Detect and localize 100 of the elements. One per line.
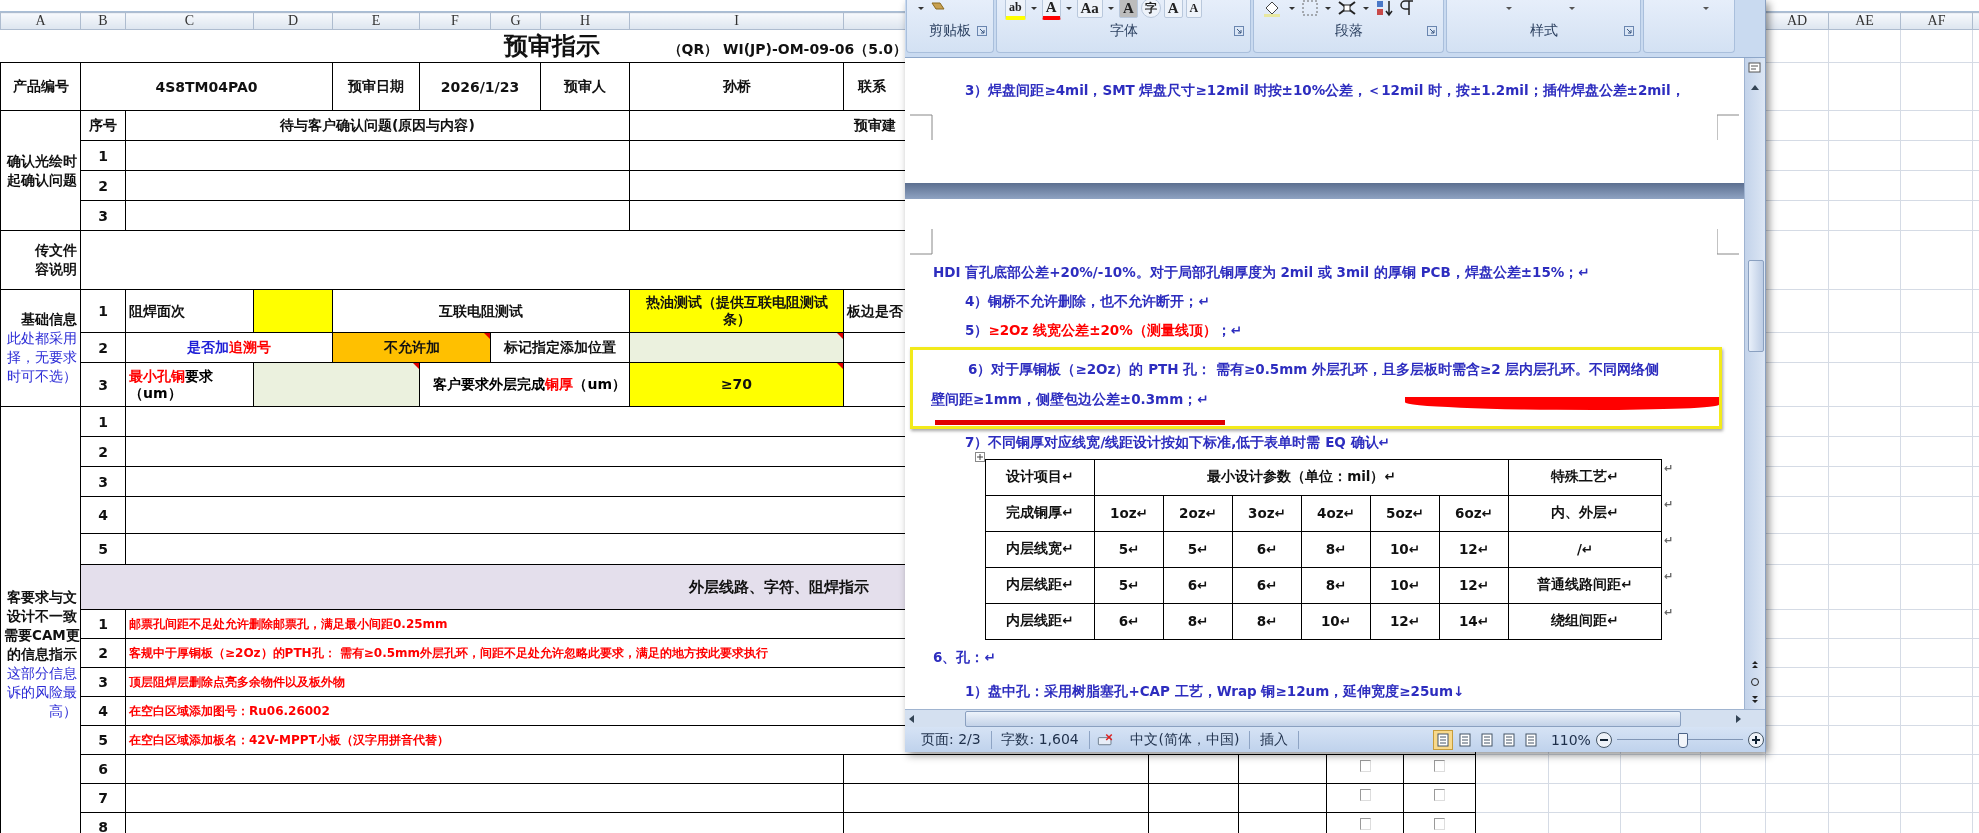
checkbox[interactable] [1434, 789, 1445, 801]
paragraph-mark: ↵ [1664, 462, 1674, 476]
shading-button[interactable]: A [1118, 0, 1138, 18]
table-cell: 普通线路间距↵ [1537, 576, 1633, 593]
dialog-launcher-icon[interactable] [1234, 26, 1244, 36]
text-line: 6）对于厚铜板（≥2Oz）的 PTH 孔： 需有≥0.5mm 外层孔环，且多层板时需含≥2 层内层孔环。不同网络侧 [968, 359, 1660, 379]
cell-text: 择，无要求 [7, 348, 77, 367]
cell-text: 容说明 [35, 260, 77, 279]
cell-text: 预审人 [564, 77, 606, 94]
cell-text: 1 [98, 413, 108, 430]
ribbon-group-label: 样式 [1529, 22, 1558, 40]
sort-icon[interactable] [1374, 0, 1394, 17]
cell-text: 高） [49, 701, 77, 721]
table-cell: 5oz↵ [1386, 505, 1424, 522]
page-count: 页面: 2/3 [920, 730, 982, 749]
table-cell: 12↵ [1458, 541, 1490, 558]
cell-text: 诉的风险最 [7, 682, 77, 702]
table-cell: /↵ [1576, 541, 1594, 558]
table-cell: 5↵ [1118, 577, 1140, 594]
paragraph: 1）盘中孔：采用树脂塞孔+CAP 工艺，Wrap 铜≥12um，延伸宽度≥25um↓ [965, 681, 1465, 701]
highlight-button[interactable]: ab [1005, 0, 1026, 20]
checkbox[interactable] [1359, 818, 1371, 830]
word-count: 字数: 1,604 [1000, 730, 1080, 749]
cell-text: 孙桥 [722, 77, 751, 94]
cell-text: 需要CAM更 [4, 625, 80, 645]
column-header: H [579, 13, 591, 28]
checkbox[interactable] [1434, 760, 1445, 772]
zoom-level[interactable]: 110% [1540, 731, 1595, 748]
move-handle-icon[interactable] [975, 451, 985, 462]
case-button[interactable]: Aa [1076, 0, 1103, 18]
shrink-button[interactable]: A [1185, 0, 1203, 18]
scroll-thumb[interactable] [1748, 259, 1764, 352]
ribbon-group-label: 段落 [1334, 22, 1363, 40]
table-cell: 绕组间距↵ [1551, 612, 1619, 629]
dialog-launcher-icon[interactable] [1427, 26, 1437, 36]
cell-text: 待与客户确认问题(原因与内容) [280, 116, 475, 133]
cell-text: 预审建 [854, 116, 896, 133]
cell-text: 最小孔铜要求 （um） [129, 367, 213, 401]
text-line: 壁间距≥1mm，侧壁包边公差±0.3mm；↵ [931, 389, 1209, 409]
checkbox[interactable] [1359, 760, 1371, 772]
cell-text: 确认光绘时 [7, 151, 77, 171]
ruler-toggle-icon[interactable] [1747, 59, 1763, 76]
column-header: AE [1855, 13, 1874, 28]
cell-text: 4 [98, 703, 108, 719]
table-cell: 6↵ [1187, 577, 1209, 594]
cell-text: 2 [98, 177, 108, 194]
cell-text: 3 [98, 207, 108, 224]
cell-text: 邮票孔间距不足处允许删除邮票孔，满足最小间距0.25mm [129, 617, 448, 631]
language-status[interactable]: 中文(简体，中国) [1120, 730, 1250, 749]
paragraph-mark: ↵ [1664, 498, 1674, 512]
table-cell: 最小设计参数（单位：mil）↵ [1207, 468, 1396, 485]
cell-text: 阻焊面次 [129, 302, 185, 319]
font-color-button[interactable]: A [1041, 0, 1061, 20]
cell-text: 顶层阻焊层删除点亮多余物件以及板外物 [129, 675, 345, 689]
table-cell: 12↵ [1458, 577, 1490, 594]
cell-text: 在空白区域添加图号：Ru06.26002 [129, 704, 330, 718]
scroll-thumb[interactable] [965, 711, 1681, 728]
table-cell: 6oz↵ [1455, 505, 1493, 522]
column-header: I [734, 13, 739, 28]
crop-mark-icon [910, 113, 933, 140]
cell-text: 客要求与文 [7, 587, 77, 607]
cell-text: 互联电阻测试 [439, 302, 523, 319]
dialog-launcher-icon[interactable] [977, 26, 987, 36]
table-cell: 6↵ [1256, 577, 1278, 594]
table-cell: 内层线距↵ [1006, 612, 1074, 629]
cell-text: 标记指定添加位置 [504, 339, 616, 355]
table-cell: 8↵ [1325, 541, 1347, 558]
table-cell: 8↵ [1325, 577, 1347, 594]
table-cell: 2oz↵ [1179, 505, 1217, 522]
table-cell: 6↵ [1118, 613, 1140, 630]
dialog-launcher-icon[interactable] [1624, 26, 1634, 36]
zoom-in-icon[interactable] [1746, 730, 1765, 749]
table-cell: 6↵ [1256, 541, 1278, 558]
column-header: D [287, 13, 299, 28]
cell-text: 热油测试（提供互联电阻测试条） [645, 294, 828, 327]
table-cell: 设计项目↵ [1006, 468, 1074, 485]
cell-text: ≥70 [720, 376, 753, 392]
column-header: F [451, 13, 459, 28]
enclose-button[interactable]: 字 [1140, 0, 1161, 18]
slider-thumb[interactable] [1678, 732, 1689, 748]
paragraph: 7）不同铜厚对应线宽/线距设计按如下标准,低于表单时需 EQ 确认↵ [965, 432, 1390, 452]
paragraph: 4）铜桥不允许删除，也不允许断开；↵ [965, 291, 1210, 311]
cell-text: 的信息指示 [7, 644, 77, 664]
cell-text: 2 [98, 645, 108, 661]
table-cell: 8↵ [1187, 613, 1209, 630]
cell-text: 4 [98, 507, 108, 523]
cell-text: 1 [98, 303, 108, 319]
grow-button[interactable]: A [1163, 0, 1183, 18]
crop-mark-icon [1717, 228, 1740, 255]
insert-mode[interactable]: 插入 [1250, 730, 1299, 749]
cell-text: 是否加追溯号 [187, 339, 271, 355]
crop-mark-icon [1717, 113, 1740, 140]
checkbox[interactable] [1434, 818, 1445, 830]
cell-text: 1 [98, 616, 108, 632]
view-button[interactable] [1432, 729, 1453, 750]
column-header: B [98, 13, 108, 28]
cell-text: 不允许加 [383, 339, 440, 355]
zoom-out-icon[interactable] [1594, 730, 1613, 749]
cross-arrows-icon[interactable] [1336, 0, 1358, 17]
checkbox[interactable] [1359, 789, 1371, 801]
